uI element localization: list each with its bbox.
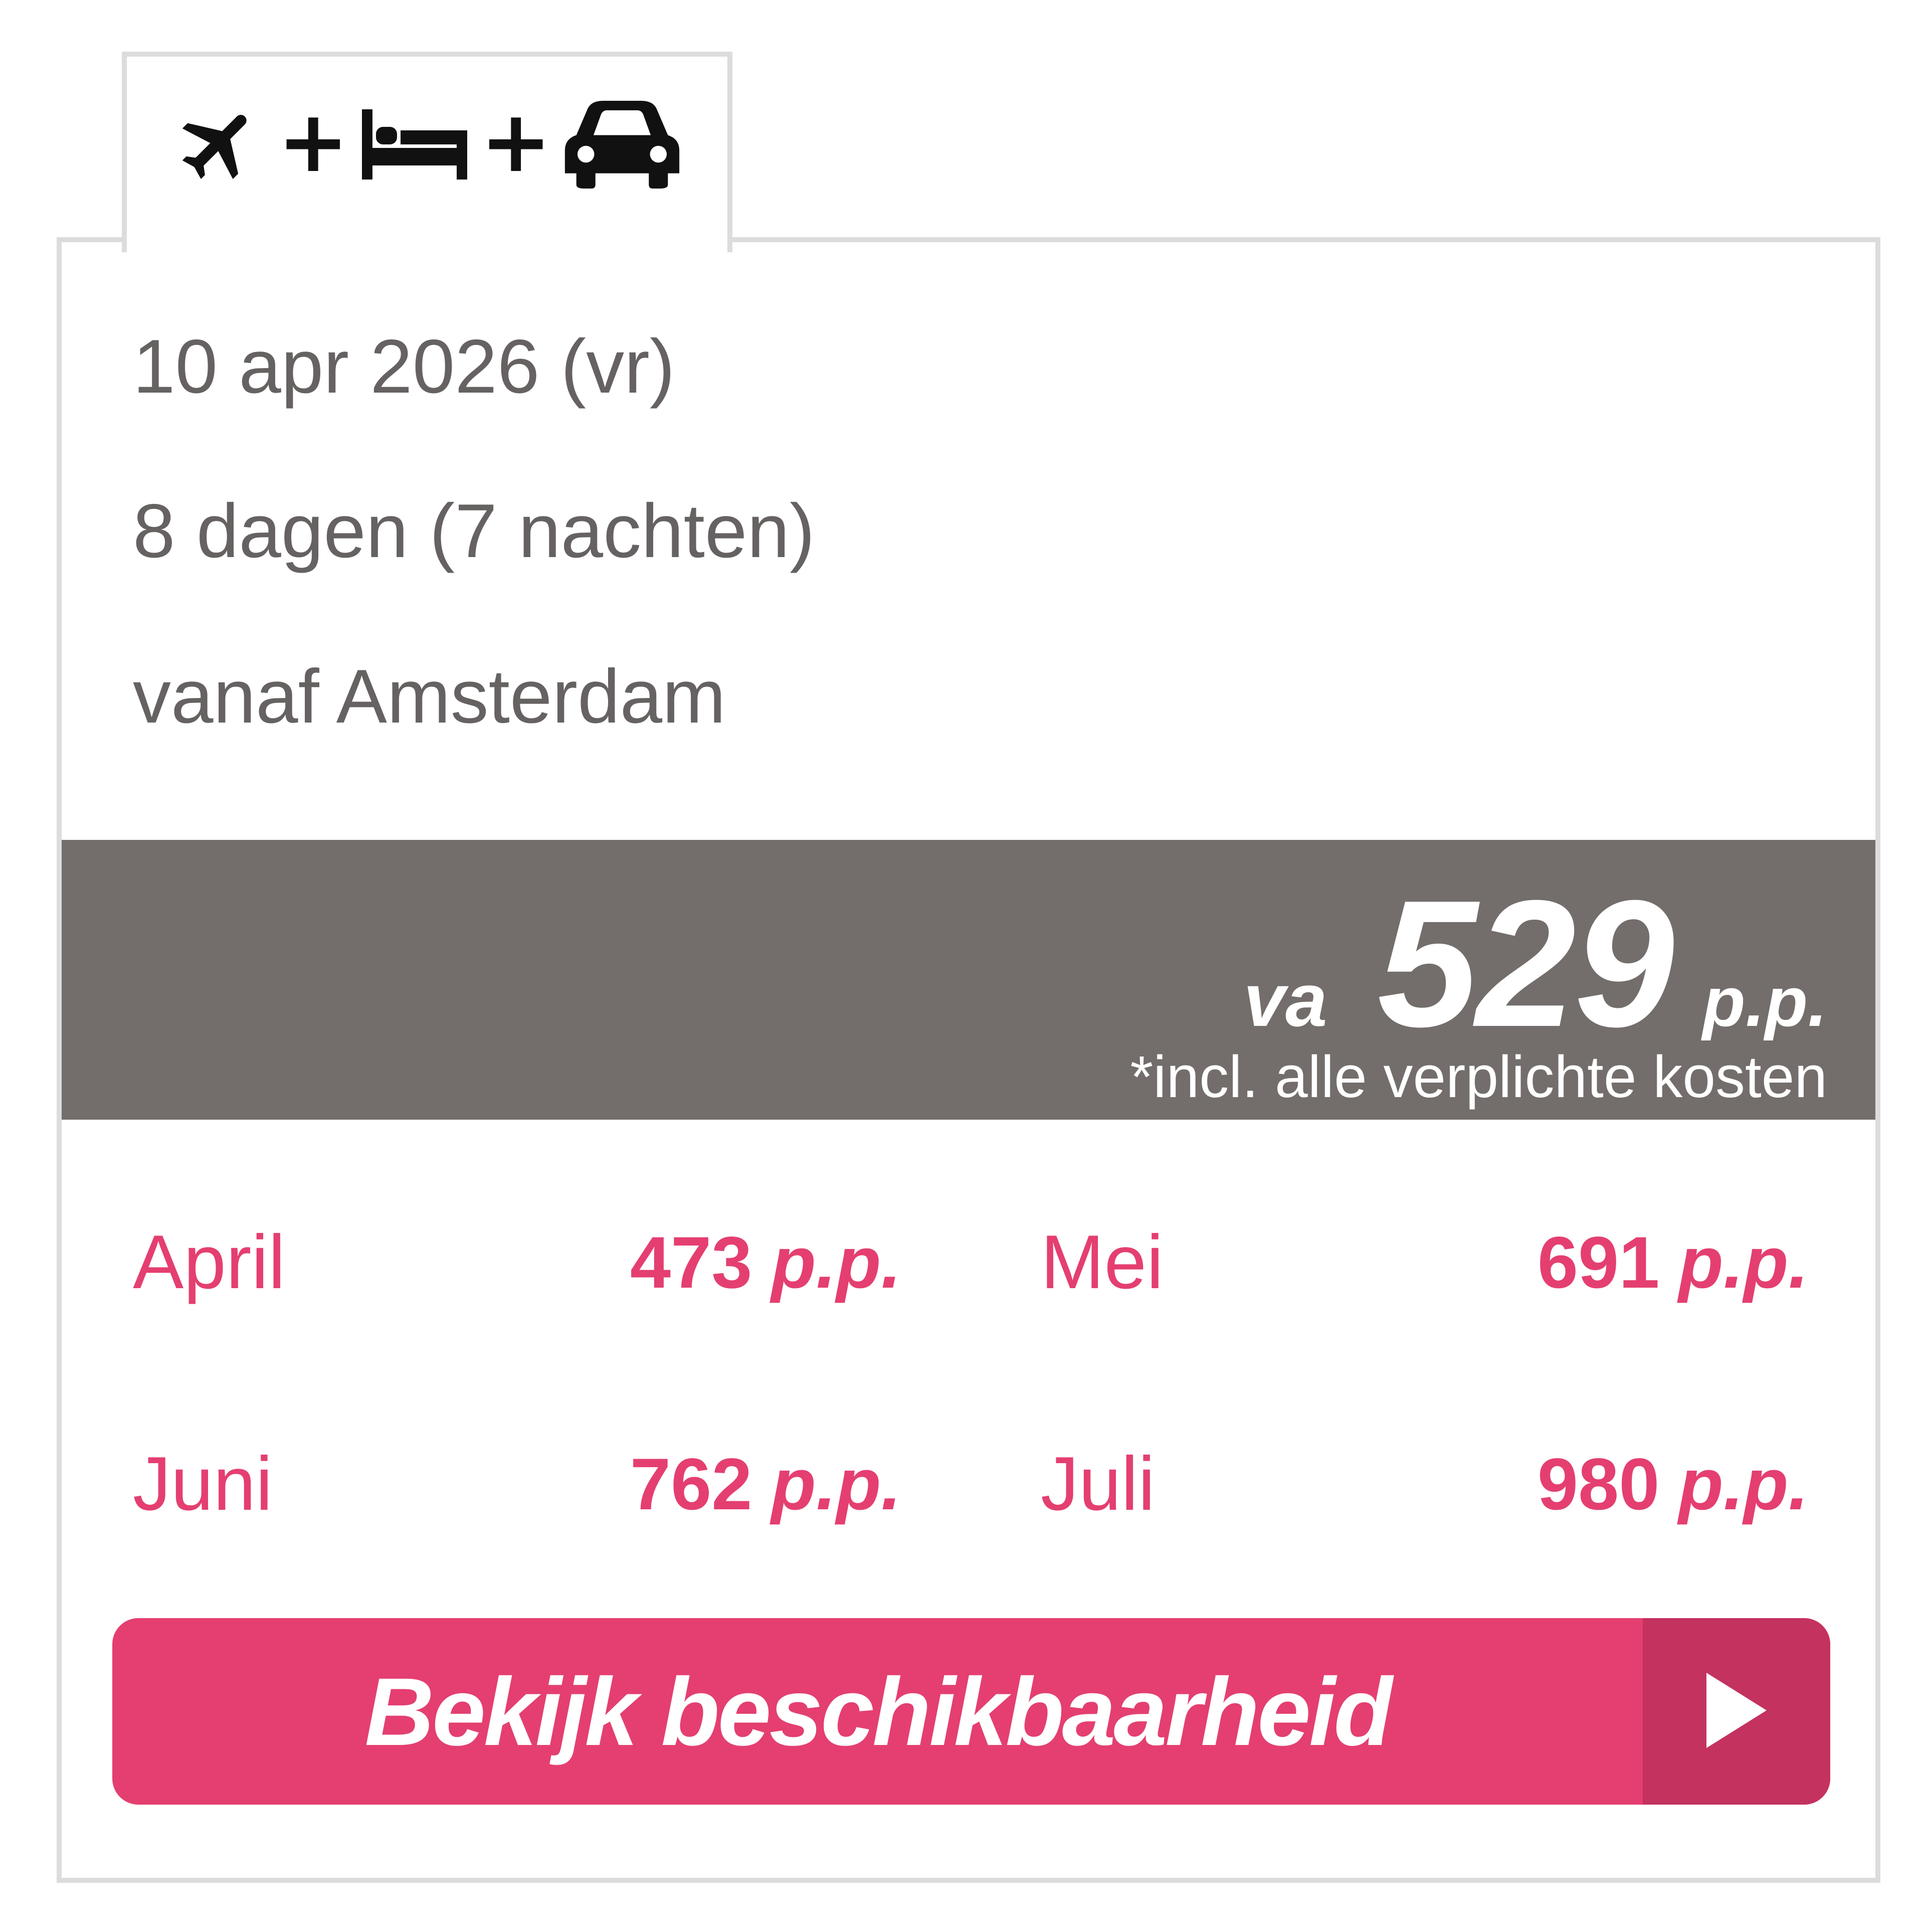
month-price-value: 762 bbox=[630, 1443, 752, 1525]
offer-card: 10 apr 2026 (vr) 8 dagen (7 nachten) van… bbox=[57, 237, 1880, 1883]
month-price-mei[interactable]: 691 p.p. bbox=[1537, 1226, 1809, 1299]
month-price-unit: p.p. bbox=[771, 1443, 902, 1525]
price-prefix: va bbox=[1243, 958, 1327, 1042]
month-label-juni[interactable]: Juni bbox=[133, 1446, 273, 1522]
car-icon bbox=[564, 100, 680, 189]
month-price-unit: p.p. bbox=[1678, 1443, 1809, 1525]
month-price-juni[interactable]: 762 p.p. bbox=[630, 1448, 901, 1521]
price-note: *incl. alle verplichte kosten bbox=[1130, 1044, 1827, 1110]
month-label-mei[interactable]: Mei bbox=[1041, 1224, 1164, 1300]
travel-offer-widget: + + 10 apr 2026 (vr) 8 dagen (7 nachten)… bbox=[0, 0, 1925, 1932]
month-price-value: 473 bbox=[630, 1221, 752, 1303]
bed-icon bbox=[362, 109, 467, 180]
month-label-juli[interactable]: Juli bbox=[1041, 1446, 1155, 1522]
month-price-unit: p.p. bbox=[771, 1221, 902, 1303]
package-type-tab[interactable]: + + bbox=[122, 52, 732, 252]
plus-separator: + bbox=[480, 92, 552, 192]
view-availability-button[interactable]: Bekijk beschikbaarheid bbox=[112, 1618, 1830, 1805]
departure-date: 10 apr 2026 (vr) bbox=[133, 324, 675, 409]
trip-duration: 8 dagen (7 nachten) bbox=[133, 488, 815, 574]
month-price-april[interactable]: 473 p.p. bbox=[630, 1226, 901, 1299]
price-amount: 529 bbox=[1377, 863, 1675, 1065]
cta-arrow-area[interactable] bbox=[1643, 1618, 1830, 1805]
month-price-value: 691 bbox=[1537, 1221, 1660, 1303]
month-price-value: 980 bbox=[1537, 1443, 1660, 1525]
play-arrow-icon bbox=[1706, 1672, 1767, 1750]
plane-icon bbox=[174, 99, 265, 190]
month-label-april[interactable]: April bbox=[133, 1224, 285, 1300]
view-availability-label: Bekijk beschikbaarheid bbox=[364, 1657, 1392, 1766]
package-icons: + + bbox=[174, 99, 680, 190]
price-main: va 529 p.p. bbox=[1244, 860, 1827, 1068]
price-unit: p.p. bbox=[1702, 962, 1827, 1041]
price-banner: va 529 p.p. *incl. alle verplichte koste… bbox=[62, 840, 1875, 1120]
departure-airport: vanaf Amsterdam bbox=[133, 654, 726, 739]
plus-separator: + bbox=[277, 92, 349, 192]
month-price-juli[interactable]: 980 p.p. bbox=[1537, 1448, 1809, 1521]
month-price-unit: p.p. bbox=[1678, 1221, 1809, 1303]
